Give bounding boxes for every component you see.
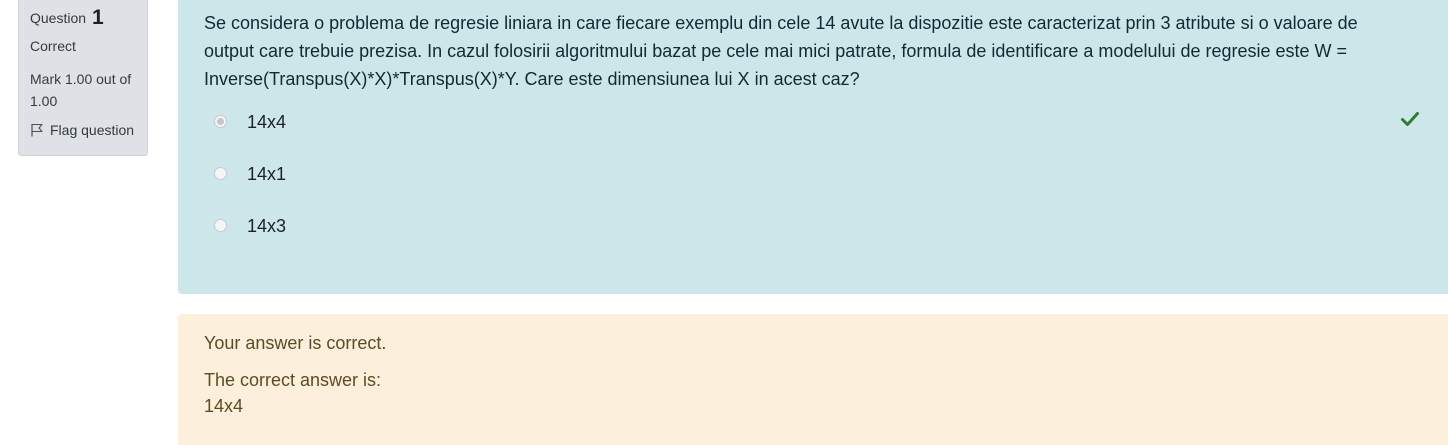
quiz-review-page: Question 1 Correct Mark 1.00 out of 1.00… — [0, 0, 1448, 445]
question-info-panel: Question 1 Correct Mark 1.00 out of 1.00… — [18, 0, 148, 156]
question-grade: Mark 1.00 out of 1.00 — [30, 71, 132, 109]
answer-label: 14x3 — [247, 216, 287, 236]
flag-question-button[interactable]: Flag question — [30, 121, 147, 139]
right-answer-title: The correct answer is: — [204, 370, 382, 390]
answer-options: 14x4 14x1 14x3 — [204, 111, 1428, 267]
flag-question-label: Flag question — [50, 122, 135, 138]
question-text: Se considera o problema de regresie lini… — [204, 13, 1358, 89]
question-number: Question 1 — [30, 4, 147, 31]
question-number-value: 1 — [91, 6, 104, 29]
flag-icon — [30, 123, 44, 137]
answer-radio[interactable] — [214, 219, 227, 232]
answer-label: 14x4 — [247, 112, 287, 132]
question-feedback: Your answer is correct. The correct answ… — [178, 314, 1448, 445]
answer-option[interactable]: 14x1 — [204, 163, 1428, 215]
general-feedback: Your answer is correct. — [204, 333, 387, 353]
question-formulation: Se considera o problema de regresie lini… — [178, 0, 1448, 294]
question-label: Question — [30, 10, 87, 26]
right-answer-value: 14x4 — [204, 396, 244, 416]
answer-label: 14x1 — [247, 164, 287, 184]
answer-option[interactable]: 14x4 — [204, 111, 1428, 163]
check-icon — [1400, 109, 1420, 129]
answer-radio[interactable] — [214, 167, 227, 180]
answer-option[interactable]: 14x3 — [204, 215, 1428, 267]
answer-radio[interactable] — [214, 115, 227, 128]
question-state: Correct — [30, 38, 76, 54]
